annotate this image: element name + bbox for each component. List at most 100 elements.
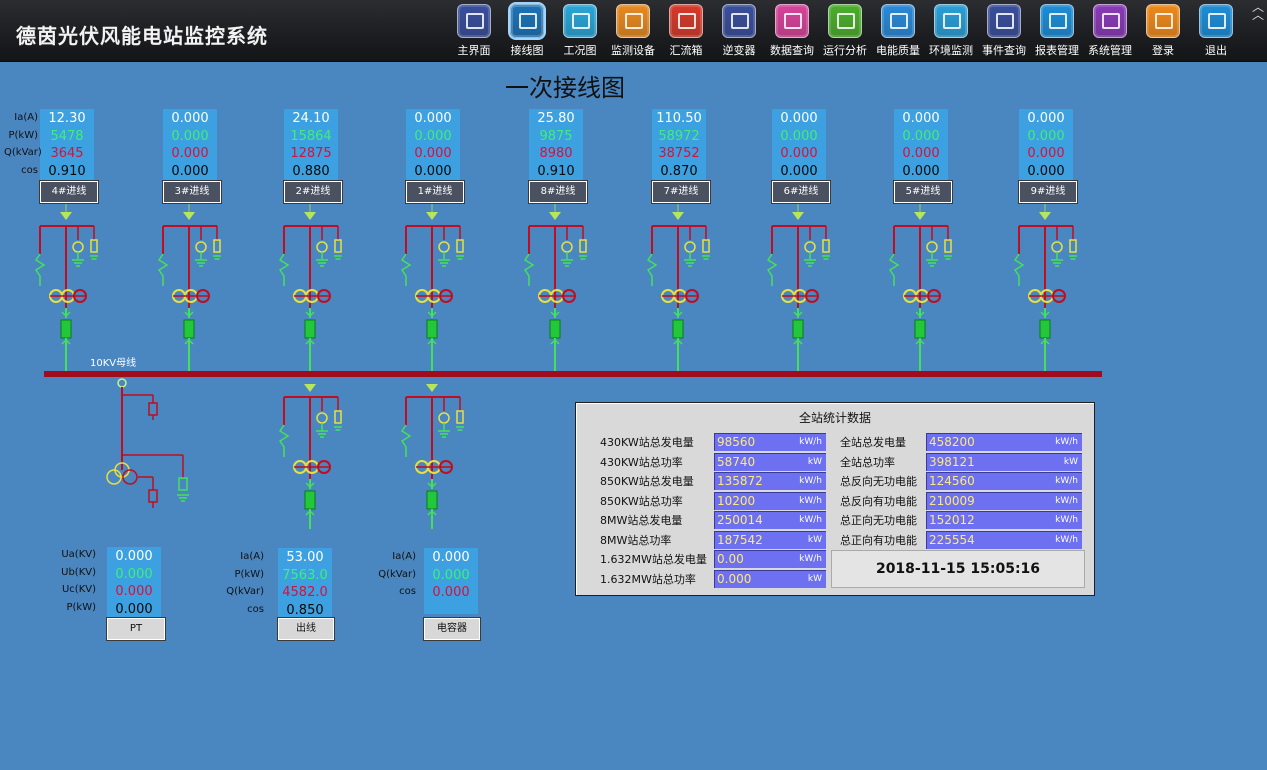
feeder-button[interactable]: 2#进线 (283, 180, 343, 204)
ground-icon (334, 255, 342, 260)
stat-unit: kW/h (799, 476, 822, 486)
outgoing-button[interactable]: 出线 (277, 617, 335, 641)
stat-value: 210009 (929, 494, 975, 508)
surge-arrester-icon (278, 253, 290, 286)
ground-icon (72, 259, 84, 267)
feeder-ia-value: 0.000 (780, 111, 818, 126)
feeder-meter: 0.000 0.000 0.000 0.000 (1019, 109, 1073, 180)
feeder-q-value: 0.000 (1027, 146, 1065, 161)
feeder-button[interactable]: 7#进线 (651, 180, 711, 204)
surge-arrester-icon (646, 253, 658, 286)
pt-icon (438, 241, 450, 253)
stat-label: 1.632MW站总发电量 (588, 550, 712, 568)
stat-unit: kW/h (799, 554, 822, 564)
ground-icon (195, 259, 207, 267)
pt-ub-value: 0.000 (115, 566, 153, 582)
feeder-button[interactable]: 6#进线 (771, 180, 831, 204)
fuse-icon (148, 402, 158, 416)
pt-p-value: 0.000 (115, 601, 153, 617)
feeder-cos-value: 0.000 (1027, 163, 1065, 179)
stat-label: 总正向无功电能 (828, 511, 936, 529)
feeder-label: P(kW) (8, 129, 38, 141)
feeder-p-value: 0.000 (1027, 128, 1065, 144)
stat-value: 124560 (929, 474, 975, 488)
stat-unit: kW/h (1055, 437, 1078, 447)
arrow-icon (183, 212, 195, 220)
feeder-q-value: 12875 (290, 146, 332, 161)
feeder-button[interactable]: 1#进线 (405, 180, 465, 204)
feeder-cos-value: 0.000 (780, 163, 818, 179)
surge-arrester-icon (766, 253, 778, 286)
stat-label: 8MW站总功率 (588, 531, 712, 549)
stat-value: 10200 (717, 494, 756, 508)
pt-button[interactable]: PT (106, 617, 166, 641)
breaker-icon (426, 319, 438, 339)
feeder-meter: 24.10 15864 12875 0.880 (284, 109, 338, 180)
fuse-icon (1069, 239, 1077, 253)
stat-unit: kW/h (1055, 496, 1078, 506)
feeder-cos-value: 0.000 (171, 163, 209, 179)
stat-value-box: 10200 kW/h (714, 492, 826, 510)
pt-icon (1051, 241, 1063, 253)
feeder-cos-value: 0.000 (902, 163, 940, 179)
feeder-ia-value: 24.10 (292, 111, 330, 126)
feeder-p-value: 0.000 (171, 128, 209, 144)
feeder-label: Ia(A) (14, 112, 38, 123)
ground-icon (822, 255, 830, 260)
feeder-ia-value: 0.000 (171, 111, 209, 126)
feeder-meter: 110.50 58972 38752 0.870 (652, 109, 706, 180)
feeder-ia-value: 12.30 (48, 111, 86, 126)
pt-icon (561, 241, 573, 253)
stat-value: 58740 (717, 455, 756, 469)
ground-icon (456, 255, 464, 260)
stat-value-box: 0.000 kW (714, 570, 826, 588)
ground-icon (316, 259, 328, 267)
feeder-button[interactable]: 3#进线 (162, 180, 222, 204)
stat-unit: kW/h (1055, 535, 1078, 545)
stat-value: 187542 (717, 533, 763, 547)
feeder-button[interactable]: 9#进线 (1018, 180, 1078, 204)
outgoing-label-cos: cos (247, 603, 264, 615)
stat-value: 225554 (929, 533, 975, 547)
station-stats-panel: 全站统计数据 430KW站总发电量 98560 kW/h 430KW站总功率 58740… (575, 402, 1095, 596)
surge-arrester-icon (157, 253, 169, 286)
pt-label-p: P(kW) (66, 601, 96, 613)
stat-label: 总正向有功电能 (828, 531, 936, 549)
stat-value-box: 225554 kW/h (926, 531, 1082, 549)
feeder-meter: 25.80 9875 8980 0.910 (529, 109, 583, 180)
feeder-q-value: 0.000 (902, 146, 940, 161)
surge-arrester-icon (278, 424, 290, 457)
feeder-p-value: 0.000 (780, 128, 818, 144)
stat-label: 全站总功率 (828, 453, 936, 471)
stat-unit: kW (807, 535, 822, 545)
stat-value: 0.00 (717, 552, 744, 566)
pt-icon (804, 241, 816, 253)
breaker-icon (304, 490, 316, 510)
capacitor-labels: Ia(A) Q(kVar) cos (362, 548, 416, 601)
capacitor-button[interactable]: 电容器 (423, 617, 481, 641)
stat-label: 850KW站总发电量 (588, 472, 712, 490)
breaker-icon (914, 319, 926, 339)
feeder-button[interactable]: 4#进线 (39, 180, 99, 204)
stat-value: 152012 (929, 513, 975, 527)
feeder-q-value: 0.000 (780, 146, 818, 161)
ground-icon (90, 255, 98, 260)
breaker-icon (183, 319, 195, 339)
feeder-q-value: 38752 (658, 146, 700, 161)
feeder-q-value: 8980 (539, 146, 573, 161)
feeder-p-value: 58972 (658, 128, 700, 144)
feeder-q-value: 0.000 (414, 146, 452, 161)
stat-value-box: 0.00 kW/h (714, 550, 826, 568)
ground-icon (804, 259, 816, 267)
feeder-button[interactable]: 8#进线 (528, 180, 588, 204)
fuse-icon (822, 239, 830, 253)
breaker-icon (672, 319, 684, 339)
outgoing-label-q: Q(kVar) (226, 586, 264, 597)
ground-icon (944, 255, 952, 260)
pt-icon (926, 241, 938, 253)
feeder-cos-value: 0.910 (537, 163, 575, 179)
capacitor-ia-value: 0.000 (432, 550, 470, 565)
ground-icon (561, 259, 573, 267)
arrow-icon (304, 384, 316, 392)
feeder-button[interactable]: 5#进线 (893, 180, 953, 204)
